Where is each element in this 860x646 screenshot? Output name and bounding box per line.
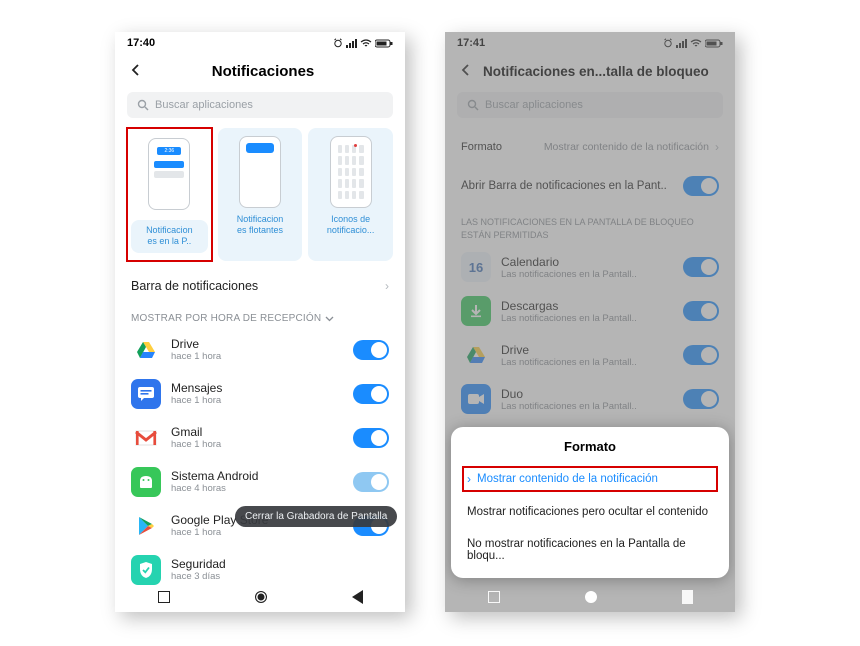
chip-label: Notificacion es flotantes (222, 214, 299, 237)
app-name: Sistema Android (171, 469, 343, 483)
app-name: Seguridad (171, 557, 389, 571)
chip-lockscreen-notifications[interactable]: 2:36 Notificacion es en la P.. (127, 128, 212, 261)
phone-right-lockscreen-notifications: 17:41 Notificaciones en...talla de bloqu… (445, 32, 735, 612)
chip-preview-icon: 2:36 (148, 138, 190, 210)
nav-recents[interactable] (488, 591, 500, 603)
app-row-gmail[interactable]: Gmailhace 1 hora (115, 416, 405, 460)
battery-icon (375, 39, 393, 48)
chip-floating-notifications[interactable]: Notificacion es flotantes (218, 128, 303, 261)
sort-label: MOSTRAR POR HORA DE RECEPCIÓN (131, 313, 321, 324)
toggle[interactable] (353, 428, 389, 448)
search-placeholder: Buscar aplicaciones (155, 99, 253, 111)
option-show-content[interactable]: › Mostrar contenido de la notificación (459, 463, 721, 495)
shield-icon (131, 555, 161, 585)
nav-recents[interactable] (158, 591, 170, 603)
toggle[interactable] (353, 472, 389, 492)
sort-header[interactable]: MOSTRAR POR HORA DE RECEPCIÓN (115, 305, 405, 328)
status-time: 17:40 (127, 37, 155, 49)
gmail-icon (131, 423, 161, 453)
app-row-messages[interactable]: Mensajeshace 1 hora (115, 372, 405, 416)
option-hide-content[interactable]: Mostrar notificaciones pero ocultar el c… (451, 496, 729, 528)
option-label: No mostrar notificaciones en la Pantalla… (467, 538, 713, 562)
play-store-icon (131, 511, 161, 541)
app-sub: hace 4 horas (171, 483, 343, 494)
status-bar: 17:40 (115, 32, 405, 54)
app-name: Drive (171, 337, 343, 351)
modal-title: Formato (451, 439, 729, 462)
search-input[interactable]: Buscar aplicaciones (127, 92, 393, 118)
chip-preview-icon (239, 136, 281, 208)
app-sub: hace 1 hora (171, 351, 343, 362)
app-row-system[interactable]: Sistema Androidhace 4 horas (115, 460, 405, 504)
nav-back[interactable] (682, 590, 693, 604)
toggle[interactable] (353, 340, 389, 360)
alarm-icon (333, 38, 343, 48)
format-chips: 2:36 Notificacion es en la P.. Notificac… (115, 128, 405, 267)
option-label: Mostrar contenido de la notificación (477, 473, 658, 485)
app-sub: hace 1 hora (171, 527, 343, 538)
nav-bar (115, 582, 405, 612)
format-modal: Formato › Mostrar contenido de la notifi… (451, 427, 729, 578)
chip-label: Iconos de notificacio... (312, 214, 389, 237)
app-row-drive[interactable]: Drivehace 1 hora (115, 328, 405, 372)
chip-notification-icons[interactable]: Iconos de notificacio... (308, 128, 393, 261)
android-icon (131, 467, 161, 497)
screen-recorder-toast[interactable]: Cerrar la Grabadora de Pantalla (235, 506, 397, 527)
wifi-icon (360, 39, 372, 48)
app-sub: hace 1 hora (171, 439, 343, 450)
chevron-right-icon: › (467, 472, 471, 486)
chevron-right-icon: › (385, 279, 389, 293)
toggle[interactable] (353, 384, 389, 404)
phone-left-notifications: 17:40 Notificaciones Buscar aplicaciones… (115, 32, 405, 612)
app-sub: hace 1 hora (171, 395, 343, 406)
row-label: Barra de notificaciones (131, 279, 258, 293)
drive-icon (131, 335, 161, 365)
nav-home[interactable] (585, 591, 597, 603)
nav-bar (445, 582, 735, 612)
notification-bar-row[interactable]: Barra de notificaciones › (115, 267, 405, 305)
nav-home[interactable] (255, 591, 267, 603)
signal-icon (346, 39, 357, 48)
app-name: Mensajes (171, 381, 343, 395)
option-no-notifications[interactable]: No mostrar notificaciones en la Pantalla… (451, 528, 729, 572)
nav-back[interactable] (352, 590, 363, 604)
status-icons (333, 38, 393, 48)
search-icon (137, 99, 149, 111)
app-name: Gmail (171, 425, 343, 439)
page-title: Notificaciones (135, 63, 391, 80)
chevron-down-icon (325, 314, 334, 323)
chip-label: Notificacion es en la P.. (135, 225, 204, 248)
messages-icon (131, 379, 161, 409)
header: Notificaciones (115, 54, 405, 90)
app-sub: hace 3 días (171, 571, 389, 582)
option-label: Mostrar notificaciones pero ocultar el c… (467, 506, 708, 518)
chip-preview-icon (330, 136, 372, 208)
